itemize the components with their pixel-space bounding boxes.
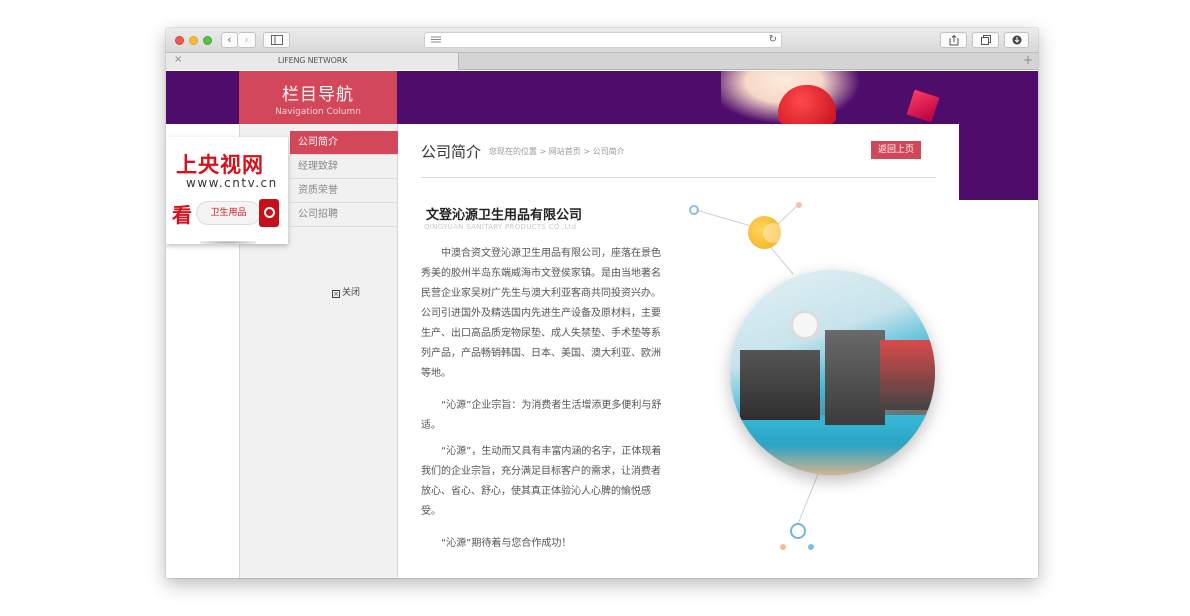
- ad-close-label: 关闭: [342, 288, 361, 298]
- share-button[interactable]: [940, 32, 967, 48]
- share-icon: [949, 34, 958, 46]
- tab-lifeng-network[interactable]: × LIFENG NETWORK: [166, 53, 459, 70]
- ad-search-icon[interactable]: [259, 199, 279, 227]
- menu-item-recruitment[interactable]: 公司招聘: [290, 203, 398, 227]
- close-window-button[interactable]: [175, 36, 184, 45]
- main-content: 公司简介 您现在的位置 > 网站首页 > 公司简介 返回上页 文登沁源卫生用品有…: [398, 124, 959, 578]
- tabs-icon: [980, 35, 991, 45]
- machine-2: [825, 330, 885, 425]
- ad-close-button[interactable]: × 关闭: [332, 285, 360, 298]
- close-icon: ×: [332, 290, 340, 298]
- machine-3: [880, 340, 935, 410]
- ad-see-label: 看: [172, 203, 192, 227]
- banner-side-block: [959, 124, 1038, 200]
- reload-icon[interactable]: ↻: [769, 34, 777, 45]
- browser-toolbar: ‹ › ↻: [166, 28, 1038, 53]
- tabs-overview-button[interactable]: [972, 32, 999, 48]
- bubble-highlight: [763, 223, 783, 243]
- tab-bar: × LIFENG NETWORK +: [166, 53, 1038, 70]
- browser-window: ‹ › ↻ × LIFENG NETWORK + 栏目导航 Navigation…: [166, 28, 1038, 578]
- downloads-button[interactable]: [1004, 32, 1029, 48]
- nav-column-header: 栏目导航 Navigation Column: [239, 71, 397, 124]
- floating-ad[interactable]: 上央视网 www.cntv.cn 看 卫生用品: [166, 137, 288, 244]
- new-tab-icon[interactable]: +: [1023, 53, 1033, 67]
- cube-decoration: [906, 89, 940, 123]
- tab-title: LIFENG NETWORK: [277, 56, 348, 65]
- ad-search-input[interactable]: 卫生用品: [196, 201, 261, 225]
- ad-url: www.cntv.cn: [186, 176, 278, 190]
- paper-roll: [790, 310, 820, 340]
- nav-title-cn: 栏目导航: [282, 85, 354, 105]
- dot-decoration: [808, 544, 814, 550]
- reader-icon[interactable]: [431, 36, 441, 46]
- minimize-window-button[interactable]: [189, 36, 198, 45]
- dot-decoration: [780, 544, 786, 550]
- ring-decoration: [689, 205, 699, 215]
- ring-decoration: [790, 523, 806, 539]
- address-bar[interactable]: ↻: [424, 32, 782, 48]
- side-menu: 公司简介 经理致辞 资质荣誉 公司招聘: [290, 131, 398, 227]
- forward-button[interactable]: ›: [238, 32, 256, 48]
- machine-1: [740, 350, 820, 420]
- sidebar-icon: [270, 35, 283, 45]
- menu-item-company-profile[interactable]: 公司简介: [290, 131, 398, 155]
- download-icon: [1012, 35, 1021, 45]
- ad-title: 上央视网: [176, 153, 264, 177]
- menu-item-manager-speech[interactable]: 经理致辞: [290, 155, 398, 179]
- menu-item-qualifications[interactable]: 资质荣誉: [290, 179, 398, 203]
- factory-photo: [730, 270, 935, 475]
- back-button[interactable]: ‹: [221, 32, 238, 48]
- zoom-window-button[interactable]: [203, 36, 212, 45]
- ad-shadow: [200, 241, 256, 244]
- nav-title-en: Navigation Column: [275, 107, 361, 117]
- dot-decoration: [796, 202, 802, 208]
- web-page: 栏目导航 Navigation Column 公司简介 经理致辞 资质荣誉 公司…: [166, 71, 1038, 578]
- sidebar-toggle-button[interactable]: [263, 32, 290, 48]
